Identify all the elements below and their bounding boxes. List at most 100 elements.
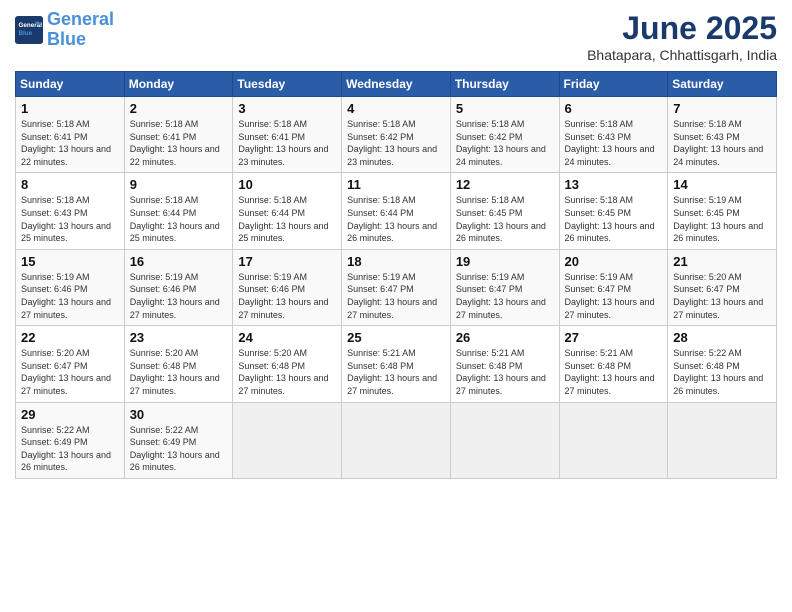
day-info: Sunrise: 5:18 AMSunset: 6:42 PMDaylight:…: [456, 118, 554, 168]
day-number: 30: [130, 407, 228, 422]
day-number: 15: [21, 254, 119, 269]
day-number: 27: [565, 330, 663, 345]
table-cell: 9 Sunrise: 5:18 AMSunset: 6:44 PMDaylight…: [124, 173, 233, 249]
day-info: Sunrise: 5:19 AMSunset: 6:46 PMDaylight:…: [238, 271, 336, 321]
table-cell: 11 Sunrise: 5:18 AMSunset: 6:44 PMDayligh…: [342, 173, 451, 249]
table-cell: 16 Sunrise: 5:19 AMSunset: 6:46 PMDayligh…: [124, 249, 233, 325]
table-cell: 24 Sunrise: 5:20 AMSunset: 6:48 PMDayligh…: [233, 326, 342, 402]
table-cell: 27 Sunrise: 5:21 AMSunset: 6:48 PMDayligh…: [559, 326, 668, 402]
day-number: 1: [21, 101, 119, 116]
table-cell: 2 Sunrise: 5:18 AMSunset: 6:41 PMDaylight…: [124, 97, 233, 173]
table-cell: 5 Sunrise: 5:18 AMSunset: 6:42 PMDaylight…: [450, 97, 559, 173]
day-info: Sunrise: 5:18 AMSunset: 6:41 PMDaylight:…: [21, 118, 119, 168]
svg-text:Blue: Blue: [19, 30, 33, 37]
table-cell: [233, 402, 342, 478]
calendar-row: 1 Sunrise: 5:18 AMSunset: 6:41 PMDaylight…: [16, 97, 777, 173]
table-cell: 10 Sunrise: 5:18 AMSunset: 6:44 PMDayligh…: [233, 173, 342, 249]
table-cell: 13 Sunrise: 5:18 AMSunset: 6:45 PMDayligh…: [559, 173, 668, 249]
day-number: 29: [21, 407, 119, 422]
table-cell: 14 Sunrise: 5:19 AMSunset: 6:45 PMDayligh…: [668, 173, 777, 249]
table-cell: 18 Sunrise: 5:19 AMSunset: 6:47 PMDayligh…: [342, 249, 451, 325]
calendar-row: 29 Sunrise: 5:22 AMSunset: 6:49 PMDayligh…: [16, 402, 777, 478]
day-number: 11: [347, 177, 445, 192]
day-info: Sunrise: 5:19 AMSunset: 6:47 PMDaylight:…: [347, 271, 445, 321]
table-cell: 29 Sunrise: 5:22 AMSunset: 6:49 PMDayligh…: [16, 402, 125, 478]
table-cell: 12Sunrise: 5:18 AMSunset: 6:45 PMDayligh…: [450, 173, 559, 249]
calendar-table: Sunday Monday Tuesday Wednesday Thursday…: [15, 71, 777, 479]
day-number: 5: [456, 101, 554, 116]
calendar-body: 1 Sunrise: 5:18 AMSunset: 6:41 PMDaylight…: [16, 97, 777, 479]
day-number: 12: [456, 177, 554, 192]
day-number: 8: [21, 177, 119, 192]
col-sunday: Sunday: [16, 72, 125, 97]
day-info: Sunrise: 5:22 AMSunset: 6:49 PMDaylight:…: [21, 424, 119, 474]
day-info: Sunrise: 5:18 AMSunset: 6:44 PMDaylight:…: [130, 194, 228, 244]
day-number: 19: [456, 254, 554, 269]
day-info: Sunrise: 5:19 AMSunset: 6:46 PMDaylight:…: [130, 271, 228, 321]
day-info: Sunrise: 5:19 AMSunset: 6:47 PMDaylight:…: [456, 271, 554, 321]
calendar-row: 15 Sunrise: 5:19 AMSunset: 6:46 PMDayligh…: [16, 249, 777, 325]
table-cell: 8 Sunrise: 5:18 AMSunset: 6:43 PMDaylight…: [16, 173, 125, 249]
table-cell: 4Sunrise: 5:18 AMSunset: 6:42 PMDaylight…: [342, 97, 451, 173]
month-title: June 2025: [587, 10, 777, 47]
table-cell: 22 Sunrise: 5:20 AMSunset: 6:47 PMDayligh…: [16, 326, 125, 402]
day-number: 13: [565, 177, 663, 192]
day-info: Sunrise: 5:19 AMSunset: 6:46 PMDaylight:…: [21, 271, 119, 321]
day-number: 2: [130, 101, 228, 116]
logo: General Blue General Blue: [15, 10, 114, 50]
day-number: 25: [347, 330, 445, 345]
title-block: June 2025 Bhatapara, Chhattisgarh, India: [587, 10, 777, 63]
day-number: 21: [673, 254, 771, 269]
header-row: Sunday Monday Tuesday Wednesday Thursday…: [16, 72, 777, 97]
day-info: Sunrise: 5:19 AMSunset: 6:47 PMDaylight:…: [565, 271, 663, 321]
day-number: 16: [130, 254, 228, 269]
logo-text: General Blue: [47, 10, 114, 50]
day-info: Sunrise: 5:21 AMSunset: 6:48 PMDaylight:…: [565, 347, 663, 397]
day-number: 18: [347, 254, 445, 269]
day-info: Sunrise: 5:18 AMSunset: 6:44 PMDaylight:…: [238, 194, 336, 244]
day-number: 26: [456, 330, 554, 345]
col-thursday: Thursday: [450, 72, 559, 97]
day-number: 24: [238, 330, 336, 345]
calendar-row: 22 Sunrise: 5:20 AMSunset: 6:47 PMDayligh…: [16, 326, 777, 402]
day-info: Sunrise: 5:22 AMSunset: 6:49 PMDaylight:…: [130, 424, 228, 474]
day-info: Sunrise: 5:18 AMSunset: 6:43 PMDaylight:…: [673, 118, 771, 168]
table-cell: 20Sunrise: 5:19 AMSunset: 6:47 PMDayligh…: [559, 249, 668, 325]
table-cell: [342, 402, 451, 478]
table-cell: [450, 402, 559, 478]
calendar-container: General Blue General Blue June 2025 Bhat…: [0, 0, 792, 612]
day-info: Sunrise: 5:18 AMSunset: 6:42 PMDaylight:…: [347, 118, 445, 168]
day-number: 22: [21, 330, 119, 345]
location-title: Bhatapara, Chhattisgarh, India: [587, 47, 777, 63]
day-info: Sunrise: 5:20 AMSunset: 6:48 PMDaylight:…: [238, 347, 336, 397]
table-cell: 6Sunrise: 5:18 AMSunset: 6:43 PMDaylight…: [559, 97, 668, 173]
table-cell: [559, 402, 668, 478]
day-info: Sunrise: 5:22 AMSunset: 6:48 PMDaylight:…: [673, 347, 771, 397]
table-cell: 28Sunrise: 5:22 AMSunset: 6:48 PMDayligh…: [668, 326, 777, 402]
day-number: 10: [238, 177, 336, 192]
day-info: Sunrise: 5:18 AMSunset: 6:43 PMDaylight:…: [21, 194, 119, 244]
day-number: 3: [238, 101, 336, 116]
day-number: 23: [130, 330, 228, 345]
day-info: Sunrise: 5:18 AMSunset: 6:44 PMDaylight:…: [347, 194, 445, 244]
day-info: Sunrise: 5:18 AMSunset: 6:45 PMDaylight:…: [565, 194, 663, 244]
calendar-row: 8 Sunrise: 5:18 AMSunset: 6:43 PMDaylight…: [16, 173, 777, 249]
col-monday: Monday: [124, 72, 233, 97]
day-info: Sunrise: 5:18 AMSunset: 6:41 PMDaylight:…: [130, 118, 228, 168]
header: General Blue General Blue June 2025 Bhat…: [15, 10, 777, 63]
table-cell: 17Sunrise: 5:19 AMSunset: 6:46 PMDayligh…: [233, 249, 342, 325]
table-cell: 15 Sunrise: 5:19 AMSunset: 6:46 PMDayligh…: [16, 249, 125, 325]
day-info: Sunrise: 5:19 AMSunset: 6:45 PMDaylight:…: [673, 194, 771, 244]
table-cell: 3Sunrise: 5:18 AMSunset: 6:41 PMDaylight…: [233, 97, 342, 173]
day-info: Sunrise: 5:20 AMSunset: 6:47 PMDaylight:…: [21, 347, 119, 397]
col-tuesday: Tuesday: [233, 72, 342, 97]
logo-icon: General Blue: [15, 16, 43, 44]
table-cell: [668, 402, 777, 478]
day-number: 14: [673, 177, 771, 192]
col-saturday: Saturday: [668, 72, 777, 97]
day-number: 9: [130, 177, 228, 192]
table-cell: 7Sunrise: 5:18 AMSunset: 6:43 PMDaylight…: [668, 97, 777, 173]
day-info: Sunrise: 5:20 AMSunset: 6:47 PMDaylight:…: [673, 271, 771, 321]
table-cell: 21 Sunrise: 5:20 AMSunset: 6:47 PMDayligh…: [668, 249, 777, 325]
table-cell: 25Sunrise: 5:21 AMSunset: 6:48 PMDayligh…: [342, 326, 451, 402]
